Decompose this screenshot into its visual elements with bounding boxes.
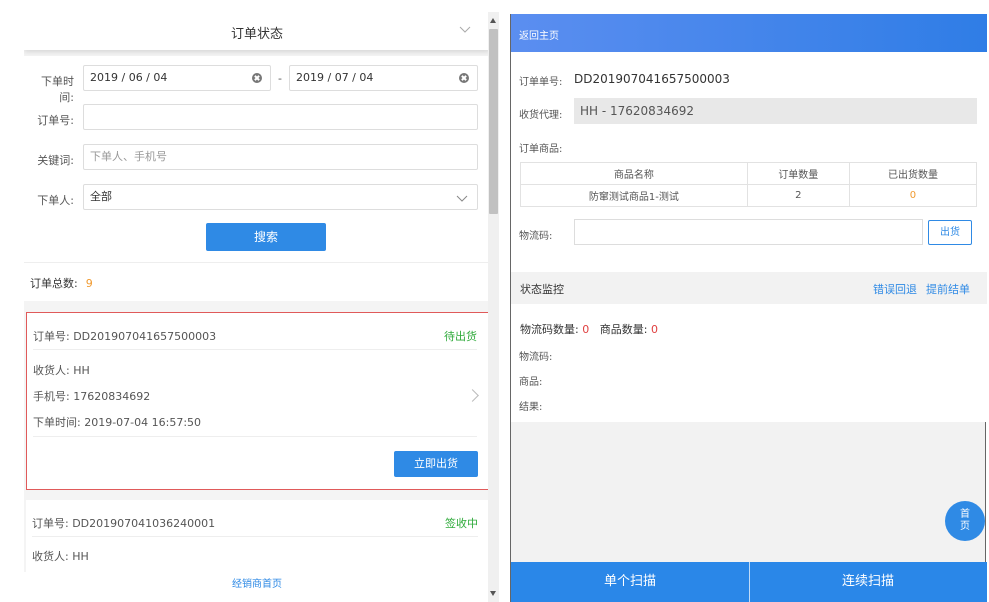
order-card[interactable]: 订单号: DD201907041036240001 签收中 收货人: HH bbox=[26, 500, 490, 572]
order-number: 订单号: DD201907041657500003 bbox=[33, 330, 217, 343]
table-row: 防窜测试商品1-测试 2 0 bbox=[520, 184, 978, 207]
error-rollback-link[interactable]: 错误回退 bbox=[873, 281, 917, 297]
scrollbar-thumb[interactable] bbox=[489, 29, 498, 214]
order-total-bar: 订单总数: 9 bbox=[24, 262, 490, 300]
order-status-header[interactable]: 订单状态 bbox=[24, 12, 490, 50]
logistics-input[interactable] bbox=[574, 219, 923, 245]
divider bbox=[32, 536, 478, 537]
scrollbar[interactable] bbox=[488, 12, 499, 602]
chevron-down-icon[interactable] bbox=[458, 22, 472, 36]
order-total: 订单总数: 9 bbox=[30, 275, 93, 291]
order-total-count: 9 bbox=[85, 277, 93, 290]
receiver: 收货人: HH bbox=[32, 550, 89, 563]
table-cell: 防窜测试商品1-测试 bbox=[520, 184, 748, 207]
date-end-input[interactable]: 2019 / 07 / 04 bbox=[289, 65, 478, 91]
monitor-title: 状态监控 bbox=[520, 283, 564, 296]
orderer-select[interactable]: 全部 bbox=[83, 184, 478, 210]
divider bbox=[33, 436, 477, 437]
monitor-header: 状态监控 错误回退 提前结单 bbox=[511, 272, 987, 304]
monitor-code-label: 物流码: bbox=[519, 352, 553, 363]
order-card[interactable]: 订单号: DD201907041657500003 待出货 收货人: HH 手机… bbox=[26, 312, 490, 490]
goods-label: 订单商品: bbox=[519, 144, 563, 155]
shipping-panel: 返回主页 订单单号: DD201907041657500003 收货代理: HH… bbox=[510, 14, 987, 602]
date-start-value: 2019 / 06 / 04 bbox=[90, 71, 168, 84]
date-start-input[interactable]: 2019 / 06 / 04 bbox=[83, 65, 271, 91]
scroll-down-arrow-icon[interactable] bbox=[490, 591, 496, 596]
column-header: 订单数量 bbox=[746, 162, 850, 185]
back-home-link[interactable]: 返回主页 bbox=[519, 27, 559, 42]
orderer-label: 下单人: bbox=[37, 194, 74, 207]
order-list-scroll-area: 订单状态 下单时间: 2019 / 06 / 04 - 2019 / 07 / … bbox=[24, 12, 490, 602]
order-no-input[interactable] bbox=[83, 104, 478, 130]
column-header: 商品名称 bbox=[520, 162, 748, 185]
table-cell: 0 bbox=[848, 184, 978, 207]
status-badge: 待出货 bbox=[444, 330, 477, 343]
dealer-home-link[interactable]: 经销商首页 bbox=[24, 572, 490, 602]
monitor-result-label: 结果: bbox=[519, 402, 543, 413]
monitor-counts: 物流码数量: 0 商品数量: 0 bbox=[520, 321, 658, 337]
code-count-label: 物流码数量: bbox=[520, 323, 579, 336]
phone: 手机号: 17620834692 bbox=[33, 390, 151, 403]
status-badge: 签收中 bbox=[445, 517, 478, 530]
ship-now-button[interactable]: 立即出货 bbox=[394, 451, 478, 477]
clear-icon[interactable] bbox=[459, 73, 469, 83]
code-count-value: 0 bbox=[582, 323, 590, 336]
table-cell: 2 bbox=[746, 184, 850, 207]
keyword-label: 关键词: bbox=[37, 154, 74, 167]
agent-label: 收货代理: bbox=[519, 110, 563, 121]
date-end-value: 2019 / 07 / 04 bbox=[296, 71, 374, 84]
monitor-goods-label: 商品: bbox=[519, 377, 543, 388]
chevron-down-icon bbox=[456, 195, 468, 202]
monitor-section: 物流码数量: 0 商品数量: 0 物流码: 商品: 结果: bbox=[511, 304, 987, 422]
goods-count-label: 商品数量: bbox=[599, 323, 648, 336]
agent-field: HH - 17620834692 bbox=[574, 98, 977, 124]
order-list-panel: 订单状态 下单时间: 2019 / 06 / 04 - 2019 / 07 / … bbox=[0, 0, 500, 602]
order-no-label: 订单单号: bbox=[519, 77, 563, 88]
home-fab-label: 首页 bbox=[960, 509, 970, 532]
keyword-input[interactable]: 下单人、手机号 bbox=[83, 144, 478, 170]
home-fab-button[interactable]: 首页 bbox=[945, 501, 985, 541]
order-total-label: 订单总数: bbox=[30, 277, 78, 290]
clear-icon[interactable] bbox=[252, 73, 262, 83]
order-status-title: 订单状态 bbox=[230, 27, 283, 42]
continuous-scan-button[interactable]: 连续扫描 bbox=[749, 562, 987, 602]
search-button[interactable]: 搜索 bbox=[206, 223, 326, 251]
date-separator: - bbox=[278, 72, 282, 85]
orderer-selected-value: 全部 bbox=[90, 190, 112, 203]
order-no-label: 订单号: bbox=[37, 114, 74, 127]
order-no-value: DD201907041657500003 bbox=[574, 72, 730, 86]
logistics-label: 物流码: bbox=[519, 231, 553, 242]
order-time-label: 下单时间: bbox=[41, 75, 74, 104]
goods-count-value: 0 bbox=[650, 323, 658, 336]
early-close-link[interactable]: 提前结单 bbox=[926, 281, 970, 297]
table-header-row: 商品名称 订单数量 已出货数量 bbox=[520, 162, 978, 185]
goods-table: 商品名称 订单数量 已出货数量 防窜测试商品1-测试 2 0 bbox=[520, 162, 978, 207]
top-bar: 返回主页 bbox=[511, 14, 987, 52]
ship-button[interactable]: 出货 bbox=[928, 220, 972, 245]
single-scan-button[interactable]: 单个扫描 bbox=[511, 562, 749, 602]
column-header: 已出货数量 bbox=[848, 162, 978, 185]
order-number: 订单号: DD201907041036240001 bbox=[32, 517, 216, 530]
chevron-right-icon[interactable] bbox=[466, 389, 479, 402]
scan-bar: 单个扫描 连续扫描 bbox=[511, 562, 987, 602]
divider bbox=[33, 349, 477, 350]
scroll-up-arrow-icon[interactable] bbox=[490, 18, 496, 23]
receiver: 收货人: HH bbox=[33, 364, 90, 377]
order-time: 下单时间: 2019-07-04 16:57:50 bbox=[33, 416, 202, 429]
